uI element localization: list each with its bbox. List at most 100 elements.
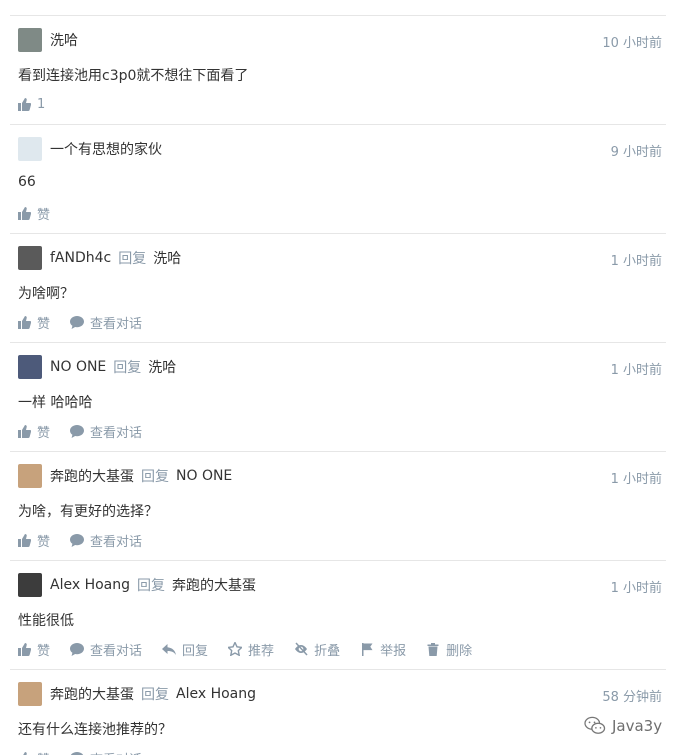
reply-target-link[interactable]: Alex Hoang — [176, 686, 256, 702]
avatar[interactable] — [18, 137, 42, 161]
avatar[interactable] — [18, 682, 42, 706]
action-thumbs-up-button[interactable]: 赞 — [17, 531, 50, 550]
reply-target-link[interactable]: 洗哈 — [153, 248, 181, 268]
speech-bubble-icon — [70, 425, 85, 438]
speech-bubble-icon — [70, 752, 84, 755]
speech-bubble-icon — [70, 643, 85, 656]
comment-actions: 赞 查看对话 — [17, 749, 162, 755]
author-name[interactable]: 奔跑的大基蛋 — [50, 684, 134, 704]
reply-label: 回复 — [137, 578, 166, 594]
comment-actions: 赞 查看对话 回复 推荐 折叠 举报 删除 — [17, 640, 492, 659]
avatar[interactable] — [18, 28, 42, 52]
thumbs-up-icon — [18, 98, 31, 111]
comment-timestamp: 1 小时前 — [610, 581, 662, 596]
comment-timestamp: 9 小时前 — [610, 145, 662, 160]
action-label: 1 — [37, 96, 46, 112]
comment-text: 为啥，有更好的选择？ — [18, 504, 158, 520]
comment-item: 奔跑的大基蛋 回复 Alex Hoang 58 分钟前 还有什么连接池推荐的？ … — [10, 670, 666, 755]
action-thumbs-up-button[interactable]: 赞 — [17, 749, 50, 755]
thumbs-up-icon — [18, 207, 31, 220]
comment-header: NO ONE 回复 洗哈 — [18, 355, 176, 379]
avatar[interactable] — [18, 355, 42, 379]
reply-label: 回复 — [118, 251, 147, 267]
thumbs-up-icon — [18, 534, 31, 547]
reply-target-link[interactable]: 洗哈 — [148, 357, 176, 377]
author-name[interactable]: 奔跑的大基蛋 — [50, 466, 134, 486]
action-speech-bubble-button[interactable]: 查看对话 — [70, 422, 142, 441]
comment-timestamp: 1 小时前 — [610, 254, 662, 269]
action-speech-bubble-button[interactable]: 查看对话 — [70, 313, 142, 332]
comment-item: fANDh4c 回复 洗哈 1 小时前 为啥啊？ 赞 查看对话 — [10, 234, 666, 343]
reply-arrow-icon — [162, 644, 177, 655]
action-reply-arrow-button[interactable]: 回复 — [162, 640, 208, 659]
comment-timestamp: 10 小时前 — [602, 36, 662, 51]
action-flag-button[interactable]: 举报 — [360, 640, 406, 659]
action-thumbs-up-button[interactable]: 赞 — [17, 640, 50, 659]
author-name[interactable]: fANDh4c — [50, 250, 111, 266]
action-star-button[interactable]: 推荐 — [228, 640, 274, 659]
action-thumbs-up-button[interactable]: 赞 — [17, 204, 50, 223]
action-label: 回复 — [182, 643, 209, 659]
action-trash-button[interactable]: 删除 — [426, 640, 472, 659]
thumbs-up-icon — [23, 752, 27, 755]
comment-list: 洗哈 10 小时前 看到连接池用c3p0就不想往下面看了 1 一个有思想的家伙 … — [10, 16, 666, 755]
comment-item: 奔跑的大基蛋 回复 NO ONE 1 小时前 为啥，有更好的选择？ 赞 查看对话 — [10, 452, 666, 561]
comment-timestamp: 58 分钟前 — [602, 690, 662, 705]
author-name[interactable]: 洗哈 — [50, 30, 78, 50]
reply-target-link[interactable]: 奔跑的大基蛋 — [172, 575, 256, 595]
comment-actions: 赞 — [17, 204, 70, 223]
action-label: 查看对话 — [90, 534, 143, 550]
comment-header: 洗哈 — [18, 28, 78, 52]
speech-bubble-icon — [70, 534, 85, 547]
comment-text: 看到连接池用c3p0就不想往下面看了 — [18, 68, 249, 84]
author-name[interactable]: 一个有思想的家伙 — [50, 139, 162, 159]
action-speech-bubble-button[interactable]: 查看对话 — [70, 640, 142, 659]
action-label: 查看对话 — [90, 749, 142, 755]
avatar[interactable] — [18, 246, 42, 270]
comment-text: 66 — [18, 174, 36, 190]
star-icon — [228, 642, 243, 656]
reply-label: 回复 — [141, 687, 169, 703]
comment-text: 为啥啊？ — [18, 286, 74, 302]
reply-label: 回复 — [141, 469, 169, 485]
comment-text: 性能很低 — [18, 613, 74, 629]
comment-item: 洗哈 10 小时前 看到连接池用c3p0就不想往下面看了 1 — [10, 16, 666, 125]
flag-icon — [362, 643, 373, 656]
action-label: 推荐 — [248, 643, 275, 659]
reply-label: 回复 — [113, 360, 142, 376]
comment-header: 奔跑的大基蛋 回复 Alex Hoang — [18, 682, 256, 706]
action-label: 赞 — [37, 207, 51, 223]
comment-timestamp: 1 小时前 — [610, 472, 662, 487]
comment-actions: 赞 查看对话 — [17, 422, 162, 441]
comment-item: NO ONE 回复 洗哈 1 小时前 一样 哈哈哈 赞 查看对话 — [10, 343, 666, 452]
action-label: 赞 — [37, 749, 50, 755]
action-eye-slash-button[interactable]: 折叠 — [294, 640, 340, 659]
author-name[interactable]: NO ONE — [50, 359, 106, 375]
action-label: 赞 — [37, 316, 51, 332]
action-label: 赞 — [37, 643, 51, 659]
comment-header: fANDh4c 回复 洗哈 — [18, 246, 181, 270]
thumbs-up-icon — [18, 316, 31, 329]
avatar[interactable] — [18, 464, 42, 488]
watermark: Java3y — [580, 714, 667, 738]
action-thumbs-up-button[interactable]: 赞 — [17, 422, 50, 441]
eye-slash-icon — [295, 642, 308, 656]
comment-item: Alex Hoang 回复 奔跑的大基蛋 1 小时前 性能很低 赞 查看对话 回… — [10, 561, 666, 670]
avatar[interactable] — [18, 573, 42, 597]
trash-icon — [427, 643, 439, 656]
action-thumbs-up-button[interactable]: 1 — [17, 97, 45, 112]
comment-header: Alex Hoang 回复 奔跑的大基蛋 — [18, 573, 256, 597]
author-name[interactable]: Alex Hoang — [50, 577, 130, 593]
speech-bubble-icon — [70, 316, 85, 329]
action-thumbs-up-button[interactable]: 赞 — [17, 313, 50, 332]
thumbs-up-icon — [18, 425, 31, 438]
action-label: 赞 — [37, 534, 51, 550]
wechat-logo-icon — [584, 716, 606, 734]
comment-actions: 赞 查看对话 — [17, 313, 162, 332]
reply-target-link[interactable]: NO ONE — [176, 468, 232, 484]
action-speech-bubble-button[interactable]: 查看对话 — [70, 531, 142, 550]
comment-item: 一个有思想的家伙 9 小时前 66 赞 — [10, 125, 666, 234]
comment-text: 一样 哈哈哈 — [18, 395, 93, 411]
comment-header: 一个有思想的家伙 — [18, 137, 162, 161]
action-speech-bubble-button[interactable]: 查看对话 — [70, 749, 142, 755]
